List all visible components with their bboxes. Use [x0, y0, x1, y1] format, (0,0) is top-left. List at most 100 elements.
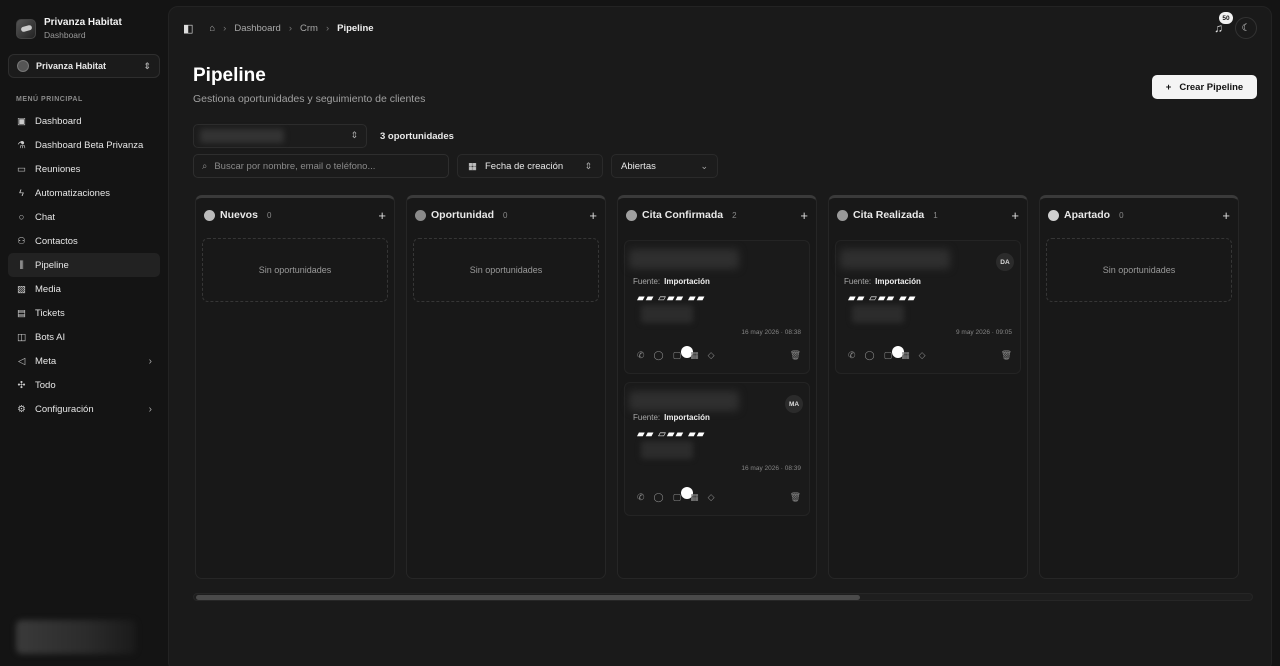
tag-icon[interactable]: ◇: [919, 350, 926, 361]
chat-icon[interactable]: ◯: [654, 492, 664, 503]
sidebar-item-label: Automatizaciones: [35, 187, 110, 199]
notifications-button[interactable]: ♫ 50: [1214, 12, 1233, 35]
sidebar-item-pipeline[interactable]: ⫼ Pipeline: [8, 253, 160, 277]
user-profile[interactable]: [16, 620, 136, 654]
sidebar-item-automatizaciones[interactable]: ϟ Automatizaciones: [8, 181, 160, 205]
source-label: Fuente:: [633, 413, 661, 422]
scrollbar-thumb[interactable]: [196, 595, 860, 600]
add-opportunity-button[interactable]: +: [1011, 208, 1019, 223]
create-pipeline-button[interactable]: + Crear Pipeline: [1152, 75, 1257, 99]
sidebar-item-label: Bots AI: [35, 331, 66, 343]
note-icon[interactable]: ▢: [673, 492, 682, 503]
video-icon: ▭: [17, 163, 26, 175]
breadcrumb-separator: ›: [223, 22, 227, 34]
sidebar-item-label: Todo: [35, 379, 56, 391]
chevron-down-icon: ⌄: [700, 160, 708, 171]
source-value: Importación: [875, 277, 921, 286]
add-opportunity-button[interactable]: +: [800, 208, 808, 223]
pipeline-select[interactable]: ⇕: [193, 124, 367, 148]
chat-icon[interactable]: ◯: [865, 350, 875, 361]
breadcrumb-crm[interactable]: Crm: [300, 23, 318, 34]
note-icon[interactable]: ▢: [884, 350, 893, 361]
brand[interactable]: Privanza Habitat Dashboard: [8, 12, 160, 44]
horizontal-scrollbar[interactable]: [193, 593, 1253, 601]
status-select[interactable]: Abiertas ⌄: [611, 154, 718, 178]
calendar-icon[interactable]: ▦: [690, 492, 699, 503]
home-icon[interactable]: ⌂: [209, 23, 215, 34]
sidebar-item-bots-ai[interactable]: ◫ Bots AI: [8, 325, 160, 349]
sidebar-item-reuniones[interactable]: ▭ Reuniones: [8, 157, 160, 181]
sidebar-item-label: Media: [35, 283, 61, 295]
sidebar-item-meta[interactable]: ◁ Meta ›: [8, 349, 160, 373]
breadcrumb-current: Pipeline: [337, 22, 374, 34]
megaphone-icon: ◁: [17, 355, 26, 367]
kanban-icon: ⫼: [19, 259, 24, 271]
sidebar-item-tickets[interactable]: ▤ Tickets: [8, 301, 160, 325]
add-opportunity-button[interactable]: +: [1222, 208, 1230, 223]
sidebar-item-label: Reuniones: [35, 163, 81, 175]
sidebar-item-media[interactable]: ▨ Media: [8, 277, 160, 301]
column-cita-realizada: Cita Realizada 1 + DA Fuente: Importación…: [828, 195, 1028, 579]
opportunity-card[interactable]: MA Fuente: Importación ▰▰ ▱▰▰ ▰▰ 16 may 2…: [624, 382, 810, 516]
phone-icon[interactable]: ✆: [848, 350, 856, 361]
trash-icon[interactable]: 🗑: [790, 492, 801, 503]
tag-icon[interactable]: ◇: [708, 492, 715, 503]
organization-select[interactable]: Privanza Habitat ⇕: [8, 54, 160, 78]
redacted-line: [641, 441, 693, 459]
image-icon: ▨: [17, 283, 26, 295]
add-opportunity-button[interactable]: +: [589, 208, 597, 223]
chat-icon[interactable]: ◯: [654, 350, 664, 361]
calendar-icon: ▦: [468, 160, 477, 172]
chat-icon: ○: [18, 211, 25, 223]
menu-section-title: MENÚ PRINCIPAL: [16, 96, 83, 103]
column-title: Cita Realizada: [853, 209, 925, 221]
date-sort-button[interactable]: ▦ Fecha de creación ⇕: [457, 154, 603, 178]
stage-dot: [415, 209, 426, 221]
todo-icon: ✣: [17, 379, 26, 391]
calendar-icon[interactable]: ▦: [901, 350, 910, 361]
card-source: Fuente: Importación: [633, 277, 710, 286]
moon-icon: ☾: [1241, 22, 1251, 34]
sidebar: Privanza Habitat Dashboard Privanza Habi…: [0, 0, 168, 666]
opportunity-card[interactable]: Fuente: Importación ▰▰ ▱▰▰ ▰▰ 16 may 2026…: [624, 240, 810, 374]
sidebar-item-contactos[interactable]: ⚇ Contactos: [8, 229, 160, 253]
card-title: [629, 249, 739, 269]
sidebar-item-label: Tickets: [35, 307, 65, 319]
breadcrumb-dashboard[interactable]: Dashboard: [234, 23, 280, 34]
stage-dot: [204, 209, 215, 221]
chevron-updown-icon: ⇕: [143, 60, 151, 71]
redacted-line: [852, 305, 904, 323]
sidebar-item-chat[interactable]: ○ Chat: [8, 205, 160, 229]
opportunity-card[interactable]: DA Fuente: Importación ▰▰ ▱▰▰ ▰▰ 9 may 20…: [835, 240, 1021, 374]
org-name: Privanza Habitat: [36, 61, 107, 71]
avatar: DA: [996, 253, 1014, 271]
tag-icon[interactable]: ◇: [708, 350, 715, 361]
brand-subtitle: Dashboard: [44, 30, 86, 40]
search-input[interactable]: ⌕ Buscar por nombre, email o teléfono...: [193, 154, 449, 178]
card-source: Fuente: Importación: [844, 277, 921, 286]
source-value: Importación: [664, 277, 710, 286]
column-title: Nuevos: [220, 209, 258, 221]
sidebar-item-label: Dashboard: [35, 115, 82, 127]
add-opportunity-button[interactable]: +: [378, 208, 386, 223]
sidebar-item-todo[interactable]: ✣ Todo: [8, 373, 160, 397]
trash-icon[interactable]: 🗑: [1001, 350, 1012, 361]
sidebar-item-dashboard[interactable]: ▣ Dashboard: [8, 109, 160, 133]
phone-icon[interactable]: ✆: [637, 350, 645, 361]
column-title: Apartado: [1064, 209, 1111, 221]
trash-icon[interactable]: 🗑: [790, 350, 801, 361]
sidebar-item-dashboard-beta[interactable]: ⚗ Dashboard Beta Privanza: [8, 133, 160, 157]
gear-icon: ⚙: [17, 403, 26, 415]
sidebar-toggle-icon[interactable]: ◧: [183, 22, 193, 35]
bolt-icon: ϟ: [18, 187, 25, 199]
calendar-icon[interactable]: ▦: [690, 350, 699, 361]
stage-dot: [626, 209, 637, 221]
sidebar-item-configuracion[interactable]: ⚙ Configuración ›: [8, 397, 160, 421]
card-source: Fuente: Importación: [633, 413, 710, 422]
opportunity-count: 3 oportunidades: [380, 131, 454, 142]
note-icon[interactable]: ▢: [673, 350, 682, 361]
phone-icon[interactable]: ✆: [637, 492, 645, 503]
search-icon: ⌕: [202, 160, 208, 172]
sidebar-item-label: Contactos: [35, 235, 78, 247]
theme-toggle-button[interactable]: ☾: [1235, 17, 1257, 39]
